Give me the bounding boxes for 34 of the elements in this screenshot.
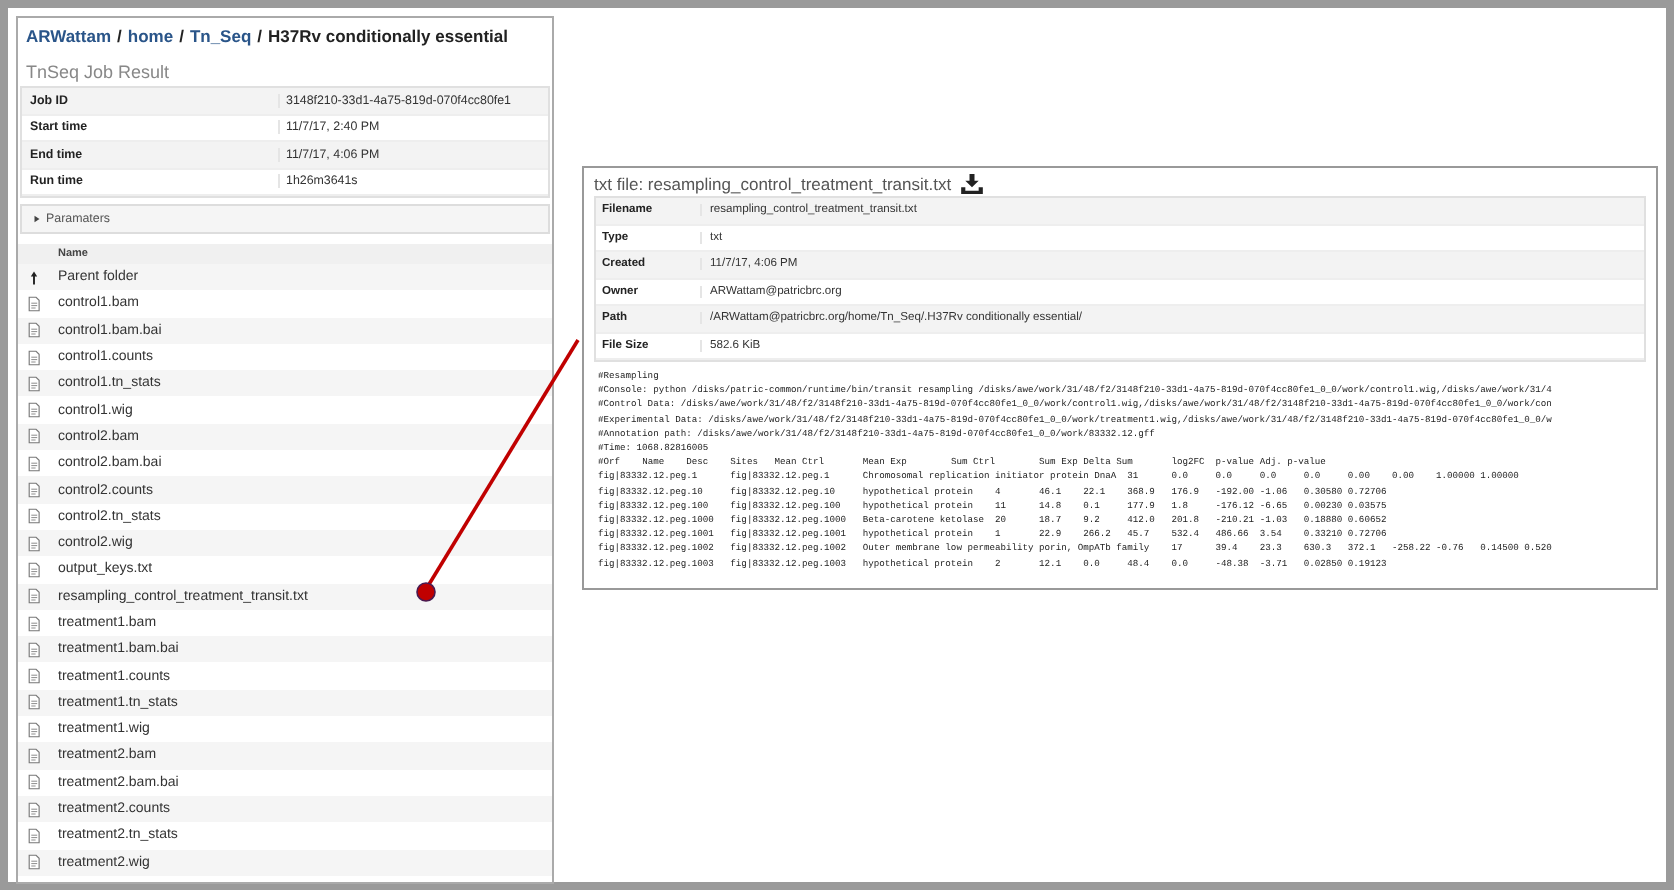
file-icon: [26, 588, 42, 605]
file-icon: [26, 774, 42, 791]
file-icon: [26, 455, 42, 472]
file-icon: [26, 295, 42, 312]
file-icon: [26, 747, 42, 764]
file-icon: [26, 668, 42, 685]
file-icon: [26, 641, 42, 658]
breadcrumb-link[interactable]: home: [127, 26, 174, 46]
breadcrumb-separator: /: [257, 26, 263, 46]
caret-icon: [32, 214, 42, 224]
breadcrumb-link[interactable]: ARWattam: [26, 26, 112, 46]
file-icon: [26, 721, 42, 738]
file-icon: [26, 428, 42, 445]
file-icon: [26, 561, 42, 578]
file-icon: [26, 827, 42, 844]
breadcrumb-separator: /: [179, 26, 184, 46]
file-icon: [26, 322, 42, 339]
file-icon: [26, 694, 42, 711]
file-icon: [26, 854, 42, 871]
file-icon: [26, 375, 42, 392]
file-preview-title: txt file: resampling_control_treatment_transit.txt: [594, 174, 952, 194]
file-icon: [26, 402, 42, 419]
file-icon: [26, 615, 42, 631]
file-icon: [26, 535, 42, 552]
file-icon: [26, 482, 42, 499]
breadcrumb-separator: /: [117, 26, 122, 46]
breadcrumb-current: H37Rv conditionally essential: [268, 26, 508, 46]
download-icon[interactable]: [959, 174, 984, 194]
up-arrow-icon: [26, 269, 42, 286]
file-icon: [26, 801, 42, 818]
file-icon: [26, 349, 42, 366]
breadcrumb-link[interactable]: Tn_Seq: [189, 26, 252, 46]
file-icon: [26, 508, 42, 525]
job-result-title: TnSeq Job Result: [24, 60, 172, 86]
